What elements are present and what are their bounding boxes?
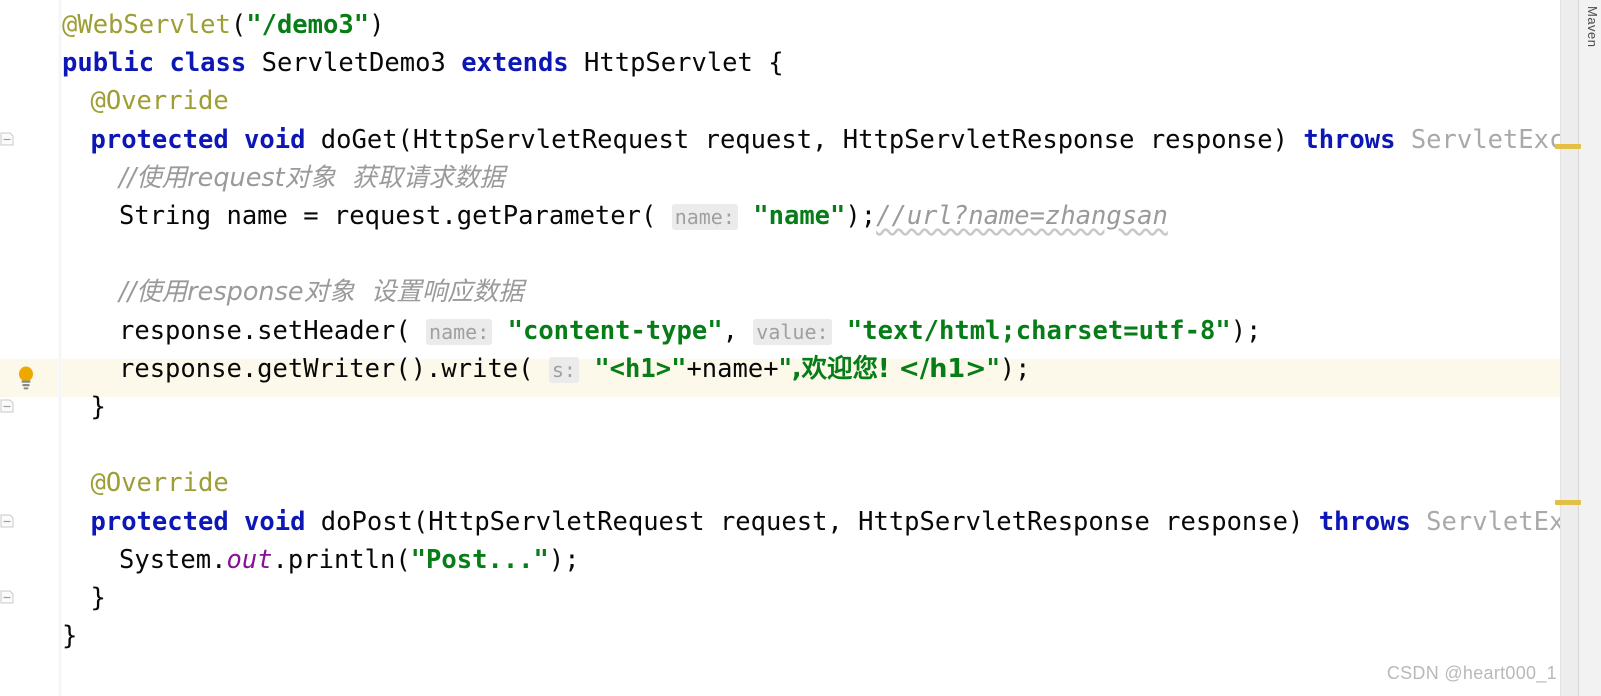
code-token: System. bbox=[119, 544, 227, 575]
code-line[interactable] bbox=[62, 235, 1533, 273]
parameter-hint: s: bbox=[548, 356, 579, 383]
code-token: @WebServlet bbox=[62, 10, 231, 40]
code-line[interactable]: String name = request.getParameter( name… bbox=[62, 197, 1533, 235]
code-line[interactable]: } bbox=[62, 617, 1533, 655]
code-token: ) bbox=[369, 10, 385, 40]
code-line[interactable]: } bbox=[62, 579, 1533, 617]
code-token: .println( bbox=[272, 544, 411, 575]
code-text-area[interactable]: @WebServlet("/demo3") public class Servle… bbox=[62, 0, 1601, 696]
gutter-separator bbox=[58, 0, 62, 696]
parameter-hint: name: bbox=[426, 318, 493, 345]
editor-root: @WebServlet("/demo3") public class Servle… bbox=[0, 0, 1601, 696]
code-token: doPost(HttpServletRequest request, HttpS… bbox=[320, 506, 1319, 537]
code-line[interactable] bbox=[62, 426, 1533, 464]
code-token: out bbox=[226, 544, 273, 575]
code-token: extends bbox=[461, 48, 585, 79]
code-token: protected void bbox=[90, 124, 321, 155]
code-token: protected void bbox=[90, 506, 321, 537]
code-line[interactable]: response.getWriter().write( s: "<h1>"+na… bbox=[62, 350, 1533, 388]
code-token: ); bbox=[845, 201, 877, 231]
code-line[interactable]: @WebServlet("/demo3") bbox=[62, 6, 1533, 44]
code-fold-icon[interactable] bbox=[0, 590, 14, 604]
code-line[interactable]: //使用request对象 获取请求数据 bbox=[62, 159, 1533, 197]
code-line[interactable]: } bbox=[62, 388, 1533, 426]
code-token: ( bbox=[230, 10, 247, 40]
code-token: ); bbox=[548, 544, 580, 575]
stripe-dopost-line[interactable] bbox=[1555, 500, 1581, 505]
code-token: throws bbox=[1318, 506, 1427, 537]
code-line[interactable]: protected void doGet(HttpServletRequest … bbox=[62, 121, 1601, 159]
code-token: , bbox=[722, 315, 754, 346]
code-fold-icon[interactable] bbox=[0, 399, 14, 413]
code-token: throws bbox=[1303, 124, 1411, 155]
code-fold-icon[interactable] bbox=[0, 514, 14, 528]
lightbulb-icon[interactable] bbox=[16, 365, 36, 391]
code-token: "Post..." bbox=[410, 544, 549, 575]
code-token: @Override bbox=[90, 468, 229, 499]
right-tool-window-strip[interactable]: Maven bbox=[1578, 0, 1601, 696]
csdn-watermark: CSDN @heart000_1 bbox=[1386, 663, 1557, 683]
code-token: ServletDemo3 bbox=[261, 48, 462, 79]
code-line[interactable]: protected void doPost(HttpServletRequest… bbox=[62, 503, 1601, 541]
code-token: HttpServlet { bbox=[584, 48, 784, 79]
code-token: ); bbox=[1230, 315, 1262, 346]
code-token: public class bbox=[62, 48, 262, 79]
code-token: "name" bbox=[753, 201, 846, 231]
code-token: doGet(HttpServletRequest request, HttpSe… bbox=[320, 124, 1304, 155]
code-token: ",欢迎您! </h1>" bbox=[778, 353, 1000, 384]
code-line[interactable]: //使用response对象 设置响应数据 bbox=[62, 273, 1533, 311]
code-token: response.setHeader( bbox=[119, 315, 427, 346]
code-token: } bbox=[90, 583, 106, 613]
code-fold-icon[interactable] bbox=[0, 132, 14, 146]
code-line[interactable]: @Override bbox=[62, 464, 1533, 502]
code-line[interactable]: response.setHeader( name: "content-type"… bbox=[62, 312, 1533, 350]
code-token: response.getWriter().write( bbox=[119, 353, 549, 384]
parameter-hint: name: bbox=[671, 204, 738, 230]
code-line[interactable]: @Override bbox=[62, 82, 1533, 120]
code-token: "/demo3" bbox=[246, 10, 370, 40]
code-token: +name+ bbox=[686, 353, 779, 384]
code-token: String name = request.getParameter( bbox=[119, 201, 672, 231]
tool-window-tab-maven[interactable]: Maven bbox=[1580, 4, 1600, 50]
code-line[interactable]: System.out.println("Post..."); bbox=[62, 541, 1533, 579]
code-token: @Override bbox=[90, 86, 229, 117]
code-token: } bbox=[90, 392, 106, 422]
code-token: //url?name=zhangsan bbox=[876, 201, 1168, 231]
code-token: "content-type" bbox=[507, 315, 723, 346]
code-line[interactable]: public class ServletDemo3 extends HttpSe… bbox=[62, 44, 1533, 82]
parameter-hint: value: bbox=[753, 318, 832, 345]
error-marker-bar[interactable] bbox=[1560, 0, 1579, 696]
stripe-doget-line[interactable] bbox=[1555, 144, 1581, 149]
code-token: //使用request对象 获取请求数据 bbox=[119, 162, 505, 193]
code-token: } bbox=[62, 621, 78, 652]
code-token: "<h1>" bbox=[594, 353, 687, 384]
code-token: "text/html;charset=utf-8" bbox=[846, 315, 1231, 346]
code-token: ); bbox=[999, 353, 1031, 384]
code-token: //使用response对象 设置响应数据 bbox=[119, 277, 524, 308]
